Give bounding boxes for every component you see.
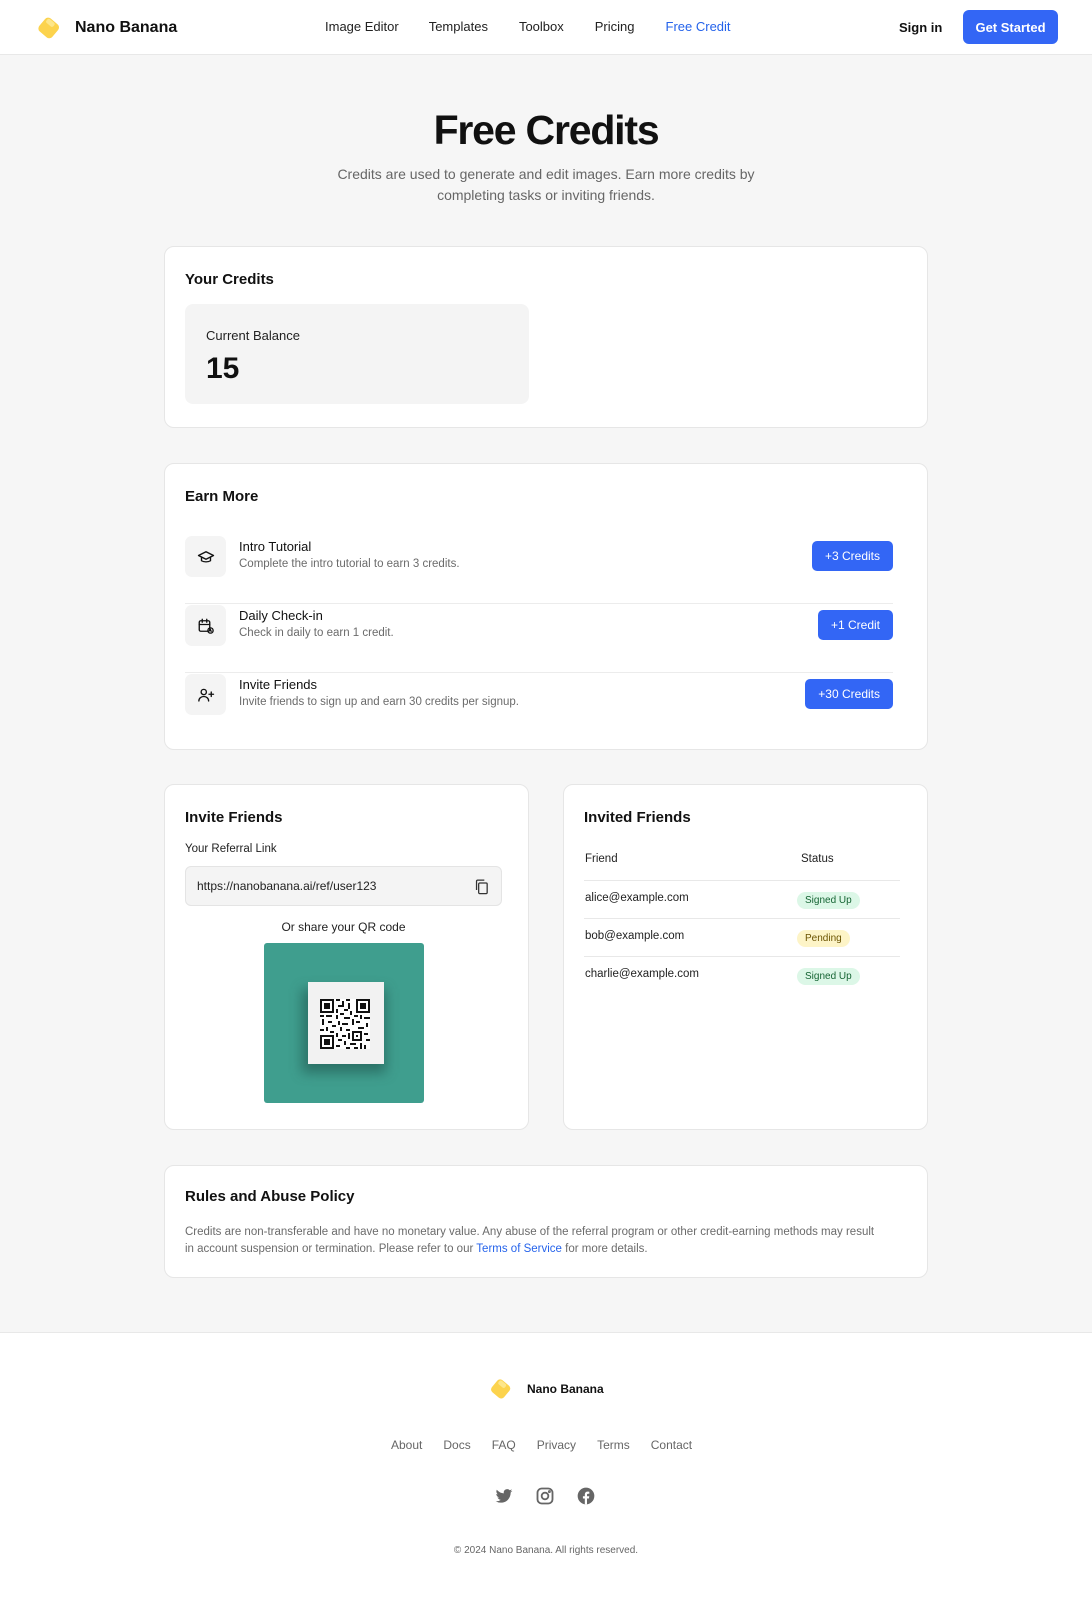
balance-label: Current Balance: [206, 328, 300, 343]
nav-toolbox[interactable]: Toolbox: [519, 19, 564, 34]
banana-logo-icon: [38, 17, 60, 39]
invite-card: Invite Friends Your Referral Link Or sha…: [164, 784, 529, 1130]
social-links: [494, 1486, 596, 1506]
page-subtitle: Credits are used to generate and edit im…: [337, 166, 755, 203]
footer-link-terms[interactable]: Terms: [597, 1438, 630, 1452]
graduation-cap-icon: [185, 536, 226, 577]
footer-logo[interactable]: Nano Banana: [487, 1376, 604, 1402]
earn-more-title: Earn More: [185, 488, 259, 505]
referral-link-label: Your Referral Link: [185, 843, 277, 855]
footer-link-docs[interactable]: Docs: [443, 1438, 470, 1452]
friend-email: bob@example.com: [585, 930, 685, 942]
referral-link-field[interactable]: [185, 866, 502, 906]
earn-tutorial-button[interactable]: +3 Credits: [811, 541, 893, 571]
terms-of-service-link[interactable]: Terms of Service: [476, 1243, 562, 1255]
earn-row-checkin: Daily Check-in Check in daily to earn 1 …: [185, 605, 893, 673]
friend-email: alice@example.com: [585, 892, 689, 904]
earn-title: Invite Friends: [239, 677, 318, 692]
earn-title: Intro Tutorial: [239, 539, 312, 554]
footer-brand-name: Nano Banana: [527, 1382, 604, 1396]
footer-links: About Docs FAQ Privacy Terms Contact: [391, 1438, 692, 1452]
instagram-icon[interactable]: [535, 1486, 555, 1506]
balance-box: Current Balance 15: [185, 304, 529, 404]
qr-caption: Or share your QR code: [281, 920, 406, 934]
rules-title: Rules and Abuse Policy: [185, 1188, 355, 1205]
earn-checkin-button[interactable]: +1 Credit: [817, 610, 893, 640]
column-header-status: Status: [801, 853, 834, 865]
credits-card-title: Your Credits: [185, 271, 274, 288]
footer-link-about[interactable]: About: [391, 1438, 422, 1452]
earn-more-card: Earn More Intro Tutorial Complete the in…: [164, 463, 928, 750]
twitter-icon[interactable]: [494, 1486, 514, 1506]
qr-code-icon: [320, 999, 370, 1049]
footer: Nano Banana About Docs FAQ Privacy Terms…: [0, 1332, 1092, 1600]
column-header-friend: Friend: [585, 853, 618, 865]
calendar-check-icon: [185, 605, 226, 646]
qr-code-image: [264, 943, 424, 1103]
copyright-text: © 2024 Nano Banana. All rights reserved.: [453, 1545, 639, 1556]
status-badge: Signed Up: [797, 892, 860, 909]
earn-row-invite: Invite Friends Invite friends to sign up…: [185, 674, 893, 742]
page-title: Free Credits: [433, 107, 660, 153]
friend-email: charlie@example.com: [585, 968, 699, 980]
banana-logo-icon: [491, 1379, 511, 1399]
status-badge: Pending: [797, 930, 850, 947]
rules-text: Credits are non-transferable and have no…: [185, 1226, 875, 1255]
invited-friends-card: Invited Friends Friend Status alice@exam…: [563, 784, 928, 1130]
invited-card-title: Invited Friends: [584, 809, 691, 826]
nav-image-editor[interactable]: Image Editor: [325, 19, 399, 34]
sign-in-link[interactable]: Sign in: [899, 20, 942, 35]
brand-logo[interactable]: Nano Banana: [34, 14, 177, 42]
footer-link-contact[interactable]: Contact: [651, 1438, 692, 1452]
earn-title: Daily Check-in: [239, 608, 323, 623]
earn-description: Complete the intro tutorial to earn 3 cr…: [239, 558, 460, 570]
nav-templates[interactable]: Templates: [429, 19, 488, 34]
invite-card-title: Invite Friends: [185, 809, 283, 826]
balance-value: 15: [206, 352, 240, 385]
earn-invite-button[interactable]: +30 Credits: [805, 679, 893, 709]
facebook-icon[interactable]: [576, 1486, 596, 1506]
nav-free-credit[interactable]: Free Credit: [666, 19, 731, 34]
user-plus-icon: [185, 674, 226, 715]
earn-row-tutorial: Intro Tutorial Complete the intro tutori…: [185, 536, 893, 604]
earn-description: Invite friends to sign up and earn 30 cr…: [239, 696, 520, 708]
nav-pricing[interactable]: Pricing: [595, 19, 635, 34]
rules-card: Rules and Abuse Policy Credits are non-t…: [164, 1165, 928, 1278]
top-header: Nano Banana Image Editor Templates Toolb…: [0, 0, 1092, 55]
main-nav: Image Editor Templates Toolbox Pricing F…: [325, 19, 731, 34]
brand-name: Nano Banana: [75, 19, 178, 36]
status-badge: Signed Up: [797, 968, 860, 985]
footer-link-privacy[interactable]: Privacy: [537, 1438, 576, 1452]
footer-link-faq[interactable]: FAQ: [492, 1438, 516, 1452]
credits-card: Your Credits Current Balance 15: [164, 246, 928, 428]
earn-description: Check in daily to earn 1 credit.: [239, 627, 394, 639]
get-started-button[interactable]: Get Started: [963, 10, 1058, 44]
copy-icon[interactable]: [470, 875, 492, 897]
